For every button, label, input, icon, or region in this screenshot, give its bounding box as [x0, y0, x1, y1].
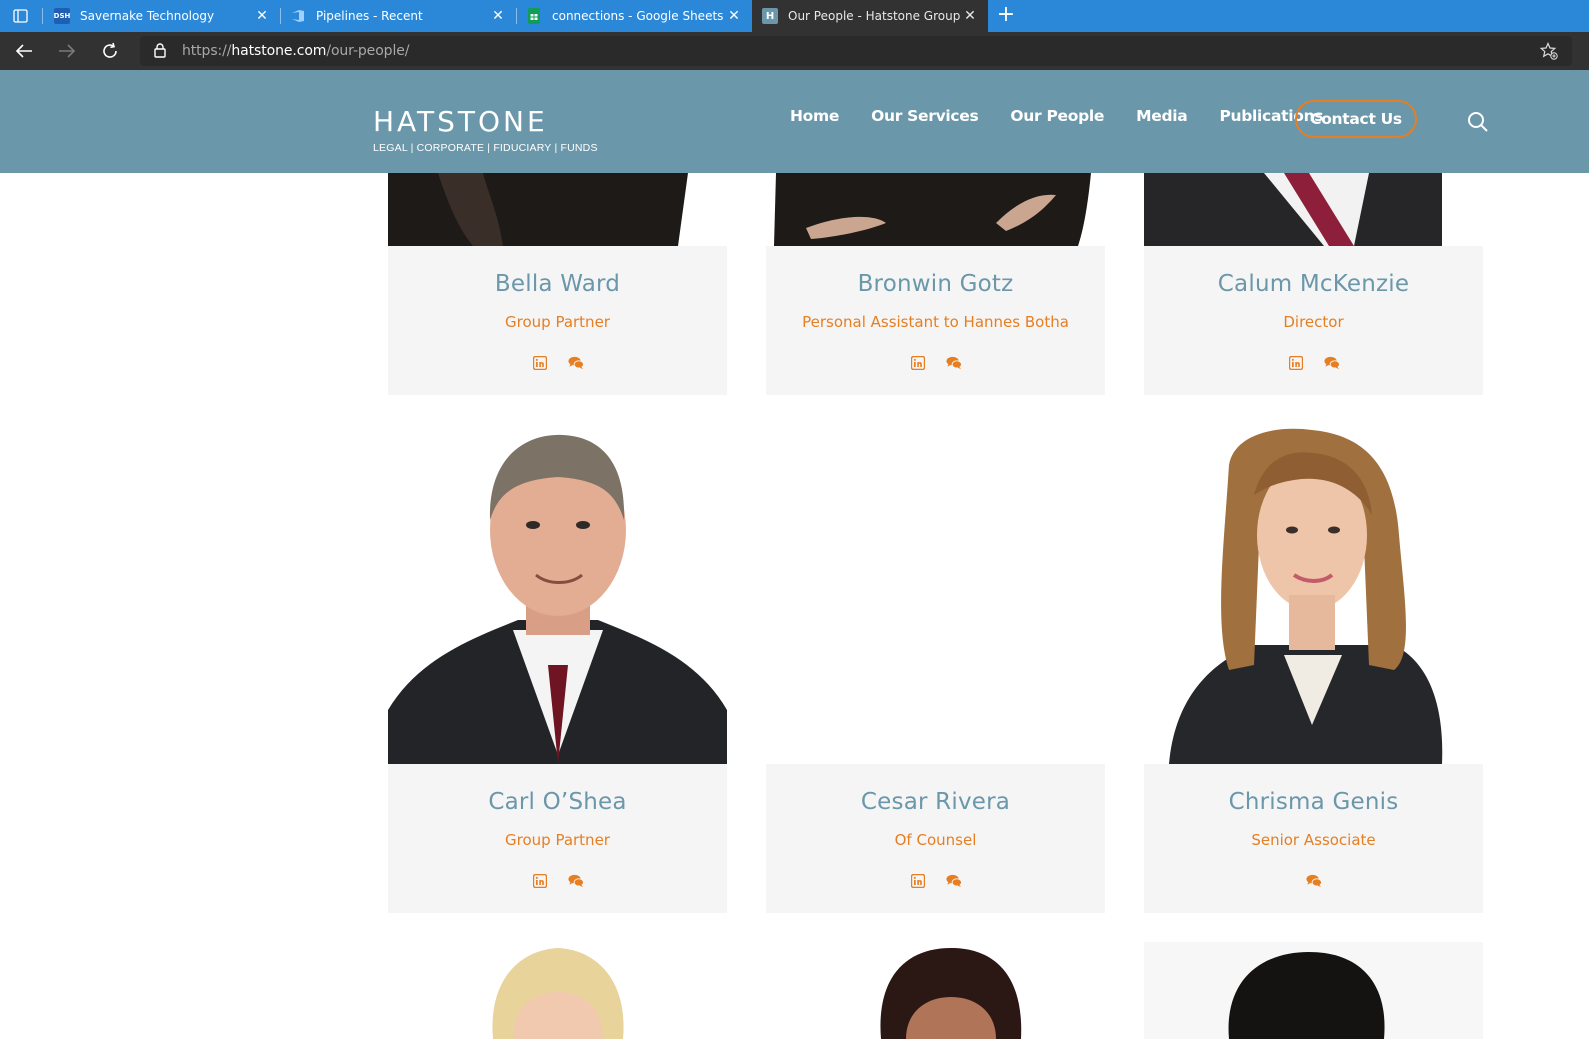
search-icon[interactable]	[1466, 110, 1490, 134]
person-info: Calum McKenzie Director	[1144, 246, 1483, 395]
tab-title: connections - Google Sheets	[552, 9, 724, 23]
person-role: Group Partner	[505, 831, 610, 849]
close-tab-icon[interactable]: ✕	[252, 8, 272, 24]
linkedin-icon[interactable]	[910, 873, 926, 889]
nav-home[interactable]: Home	[790, 107, 839, 125]
tab-title: Savernake Technology	[80, 9, 215, 23]
hatstone-favicon-icon: H	[762, 8, 778, 24]
message-icon[interactable]	[945, 355, 962, 371]
person-name[interactable]: Bronwin Gotz	[766, 271, 1105, 297]
person-contact-icons	[1144, 873, 1483, 889]
back-icon[interactable]	[12, 40, 36, 62]
url-text: https://hatstone.com/our-people/	[182, 43, 409, 59]
person-info: Bella Ward Group Partner	[388, 246, 727, 395]
person-role: Of Counsel	[894, 831, 977, 849]
refresh-icon[interactable]	[98, 40, 122, 62]
tab-savernake[interactable]: DSH Savernake Technology ✕	[44, 0, 280, 32]
url-domain: hatstone.com	[231, 43, 327, 59]
browser-tab-bar: DSH Savernake Technology ✕ Pipelines - R…	[0, 0, 1589, 32]
person-photo[interactable]	[766, 942, 1105, 1039]
person-role: Personal Assistant to Hannes Botha	[802, 313, 1069, 331]
person-contact-icons	[1144, 355, 1483, 371]
person-name[interactable]: Carl O’Shea	[388, 789, 727, 815]
person-role: Director	[1283, 313, 1344, 331]
person-photo[interactable]	[388, 425, 727, 764]
tab-actions-icon[interactable]	[8, 6, 32, 26]
person-info: Chrisma Genis Senior Associate	[1144, 764, 1483, 913]
person-photo[interactable]	[388, 942, 727, 1039]
url-scheme: https://	[182, 43, 232, 59]
tab-separator	[42, 8, 43, 24]
person-photo[interactable]	[1144, 173, 1483, 246]
linkedin-icon[interactable]	[532, 355, 548, 371]
google-sheets-icon	[526, 8, 542, 24]
person-info: Bronwin Gotz Personal Assistant to Hanne…	[766, 246, 1105, 395]
lock-icon[interactable]	[154, 43, 166, 63]
url-input[interactable]: https://hatstone.com/our-people/	[140, 36, 1572, 66]
person-name[interactable]: Chrisma Genis	[1144, 789, 1483, 815]
nav-our-people[interactable]: Our People	[1010, 107, 1104, 125]
person-name[interactable]: Bella Ward	[388, 271, 727, 297]
person-info: Carl O’Shea Group Partner	[388, 764, 727, 913]
close-tab-icon[interactable]: ✕	[488, 8, 508, 24]
person-contact-icons	[766, 355, 1105, 371]
dsh-favicon-icon: DSH	[54, 8, 70, 24]
close-tab-icon[interactable]: ✕	[960, 8, 980, 24]
person-photo-empty[interactable]	[766, 425, 1105, 764]
azure-devops-icon	[290, 8, 306, 24]
person-contact-icons	[388, 355, 727, 371]
person-role: Group Partner	[505, 313, 610, 331]
site-header: HATSTONE LEGAL | CORPORATE | FIDUCIARY |…	[0, 70, 1589, 173]
add-favorite-icon[interactable]	[1539, 42, 1558, 65]
tab-connections-sheets[interactable]: connections - Google Sheets ✕	[516, 0, 752, 32]
person-photo[interactable]	[1144, 425, 1483, 764]
person-name[interactable]: Calum McKenzie	[1144, 271, 1483, 297]
message-icon[interactable]	[945, 873, 962, 889]
logo-tagline: LEGAL | CORPORATE | FIDUCIARY | FUNDS	[373, 142, 598, 154]
person-photo[interactable]	[766, 173, 1105, 246]
person-photo[interactable]	[388, 173, 727, 246]
close-tab-icon[interactable]: ✕	[724, 8, 744, 24]
linkedin-icon[interactable]	[1288, 355, 1304, 371]
message-icon[interactable]	[1323, 355, 1340, 371]
new-tab-button[interactable]: +	[994, 4, 1018, 28]
logo-wordmark: HATSTONE	[373, 105, 548, 138]
person-info: Cesar Rivera Of Counsel	[766, 764, 1105, 913]
message-icon[interactable]	[1305, 873, 1322, 889]
tab-our-people[interactable]: H Our People - Hatstone Group ✕	[752, 0, 988, 32]
tab-title: Pipelines - Recent	[316, 9, 423, 23]
forward-icon[interactable]	[55, 40, 79, 62]
contact-us-button[interactable]: Contact Us	[1295, 100, 1417, 138]
person-photo[interactable]	[1144, 942, 1483, 1039]
linkedin-icon[interactable]	[532, 873, 548, 889]
nav-media[interactable]: Media	[1136, 107, 1188, 125]
person-contact-icons	[766, 873, 1105, 889]
linkedin-icon[interactable]	[910, 355, 926, 371]
message-icon[interactable]	[567, 873, 584, 889]
person-role: Senior Associate	[1251, 831, 1376, 849]
tab-title: Our People - Hatstone Group	[788, 9, 960, 23]
url-path: /our-people/	[326, 43, 410, 59]
browser-address-bar: https://hatstone.com/our-people/	[0, 32, 1589, 70]
message-icon[interactable]	[567, 355, 584, 371]
person-name[interactable]: Cesar Rivera	[766, 789, 1105, 815]
hatstone-logo[interactable]: HATSTONE LEGAL | CORPORATE | FIDUCIARY |…	[373, 105, 598, 155]
tab-pipelines[interactable]: Pipelines - Recent ✕	[280, 0, 516, 32]
main-navigation: Home Our Services Our People Media Publi…	[790, 107, 1355, 125]
nav-our-services[interactable]: Our Services	[871, 107, 979, 125]
person-contact-icons	[388, 873, 727, 889]
